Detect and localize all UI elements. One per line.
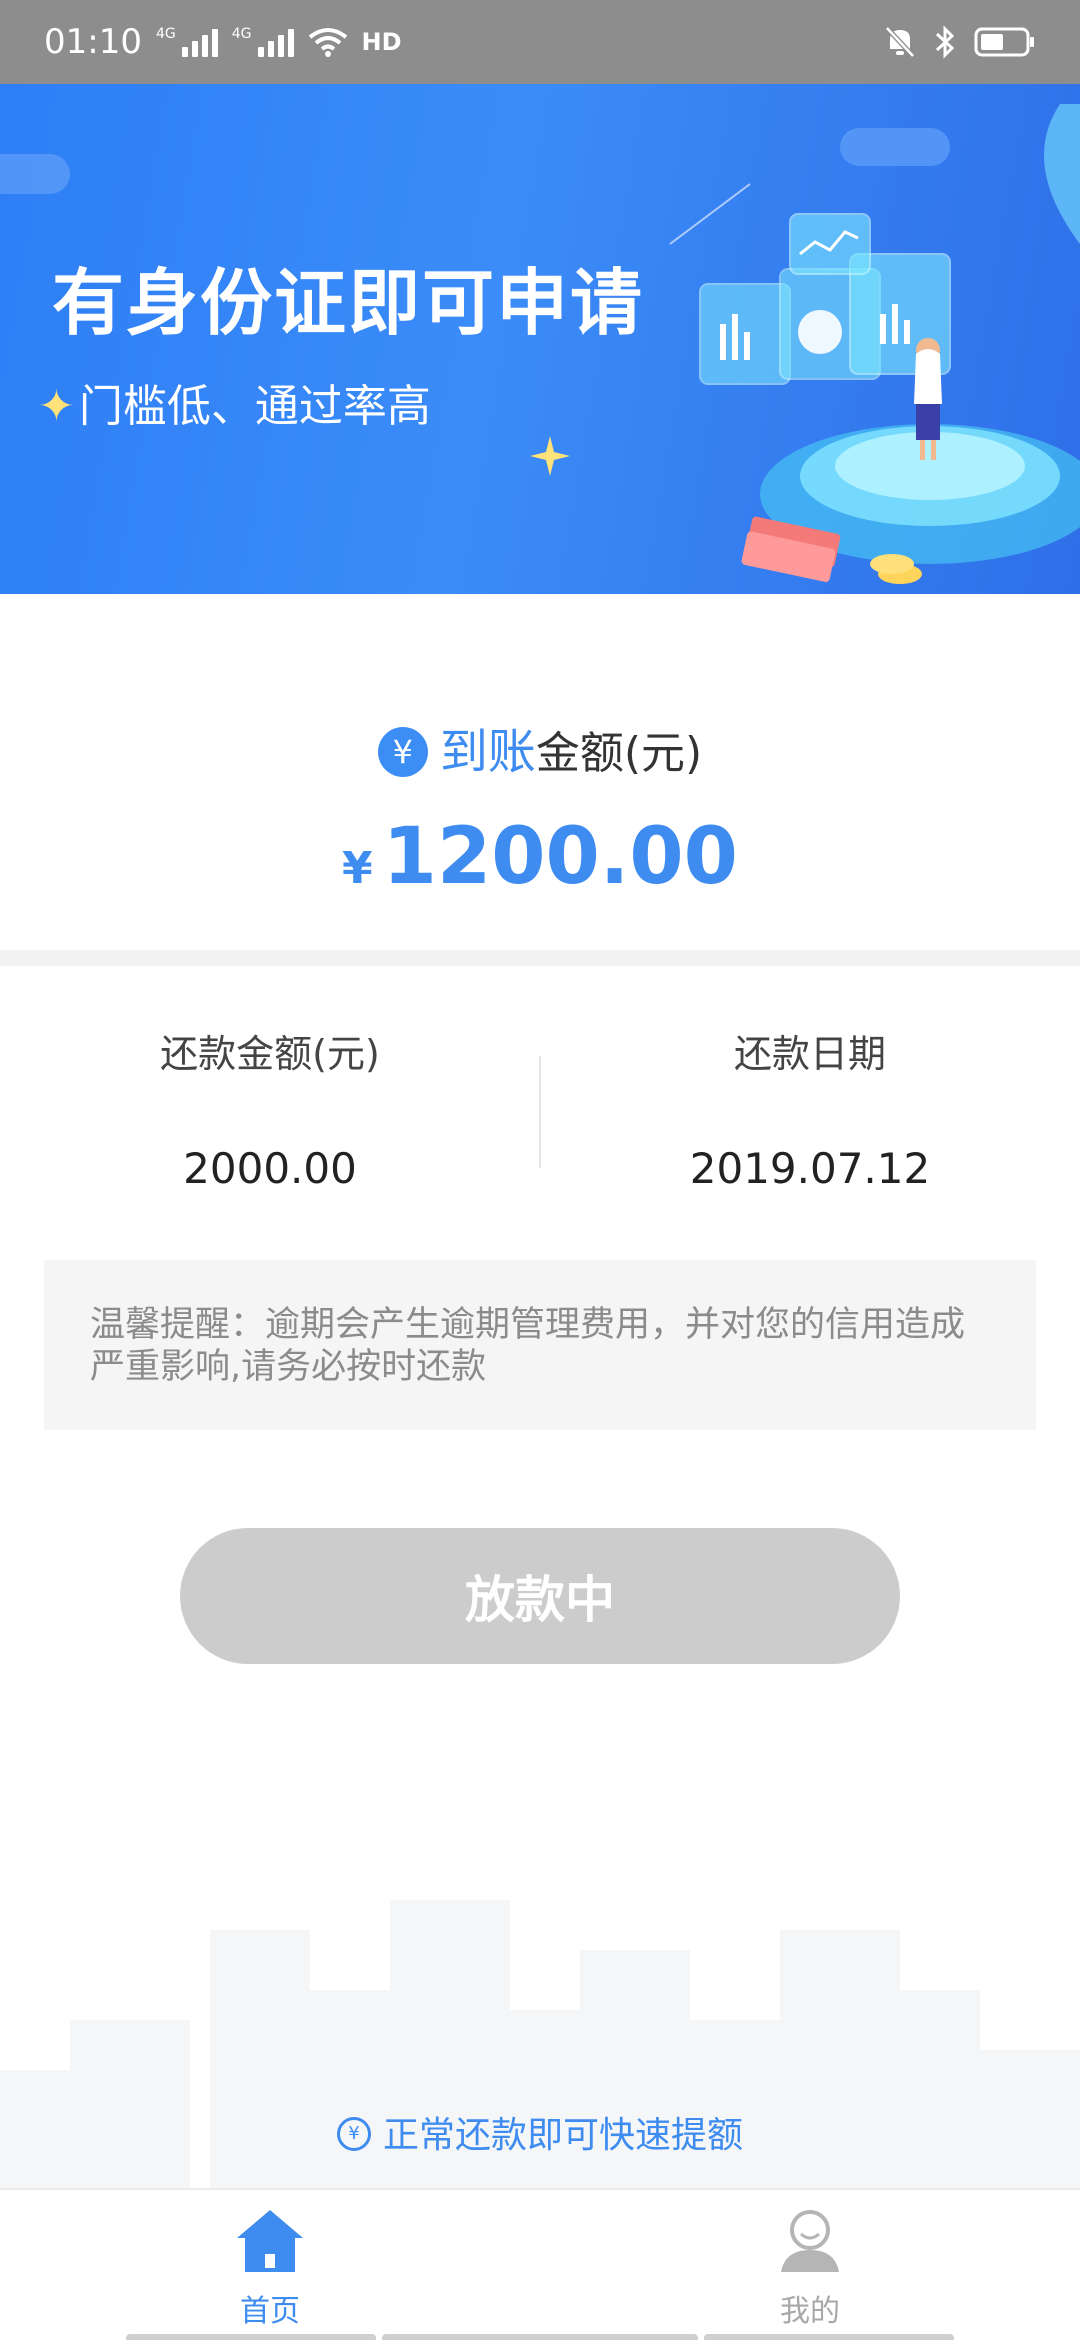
bluetooth-icon (935, 25, 955, 59)
home-icon (237, 2210, 303, 2272)
label-rest: 金额(元) (535, 728, 703, 779)
quota-promo[interactable]: ¥ 正常还款即可快速提额 (0, 2106, 1080, 2158)
nav-home-label: 首页 (240, 2294, 300, 2329)
mute-icon (885, 26, 915, 58)
reminder-text: 温馨提醒：逾期会产生逾期管理费用，并对您的信用造成严重影响,请务必按时还款 (90, 1305, 966, 1387)
banner-illustration (669, 104, 1080, 584)
section-divider (0, 950, 1080, 966)
repayment-amount-value: 2000.00 (183, 1144, 357, 1193)
network-type-label: 4G (155, 26, 176, 42)
amount-number: 1200.00 (382, 812, 738, 902)
promo-text: 正常还款即可快速提额 (382, 2115, 743, 2156)
banner-subtitle: ✦门槛低、通过率高 (38, 370, 431, 434)
bottom-nav: 首页 我的 (0, 2188, 1080, 2340)
repayment-date-label: 还款日期 (733, 1032, 886, 1076)
signal-icon: 4G (232, 27, 294, 57)
repayment-amount: 还款金额(元) 2000.00 (0, 1028, 540, 1193)
status-bar: 01:10 4G 4G HD (0, 0, 1080, 84)
banner-title: 有身份证即可申请 (52, 261, 645, 345)
sparkle-icon (530, 436, 570, 476)
cloud-decoration (0, 154, 70, 194)
wifi-icon (308, 28, 347, 57)
status-right (884, 25, 1036, 59)
disbursing-button[interactable]: 放款中 (180, 1528, 900, 1664)
received-amount-label: ¥ 到账金额(元) (0, 712, 1080, 782)
gesture-bar (382, 2334, 698, 2340)
gesture-bar (126, 2334, 376, 2340)
nav-mine[interactable]: 我的 (710, 2208, 910, 2330)
hd-label: HD (361, 28, 402, 56)
yen-badge-icon: ¥ (336, 2117, 371, 2151)
nav-home[interactable]: 首页 (170, 2208, 370, 2330)
nav-mine-label: 我的 (780, 2294, 840, 2329)
reminder-notice: 温馨提醒：逾期会产生逾期管理费用，并对您的信用造成严重影响,请务必按时还款 (44, 1260, 1036, 1430)
hd-call-icon: HD (362, 28, 402, 56)
sparkle-icon: ✦ (38, 381, 75, 432)
promo-banner[interactable]: 有身份证即可申请 ✦门槛低、通过率高 (0, 84, 1080, 594)
currency-symbol: ¥ (342, 843, 373, 894)
user-icon (781, 2210, 839, 2272)
network-type-label: 4G (231, 26, 252, 42)
repayment-date: 还款日期 2019.07.12 (540, 1028, 1080, 1193)
status-time: 01:10 (44, 22, 142, 62)
received-amount-value: ¥1200.00 (0, 812, 1080, 902)
banner-subtitle-text: 门槛低、通过率高 (78, 381, 431, 432)
repayment-amount-label: 还款金额(元) (160, 1032, 380, 1076)
signal-icon: 4G (156, 27, 218, 57)
repayment-date-value: 2019.07.12 (689, 1144, 931, 1193)
yen-icon: ¥ (377, 727, 428, 777)
status-left: 01:10 4G 4G HD (44, 22, 402, 62)
gesture-bar (704, 2334, 954, 2340)
battery-icon (974, 27, 1034, 57)
label-highlight: 到账 (439, 724, 536, 780)
